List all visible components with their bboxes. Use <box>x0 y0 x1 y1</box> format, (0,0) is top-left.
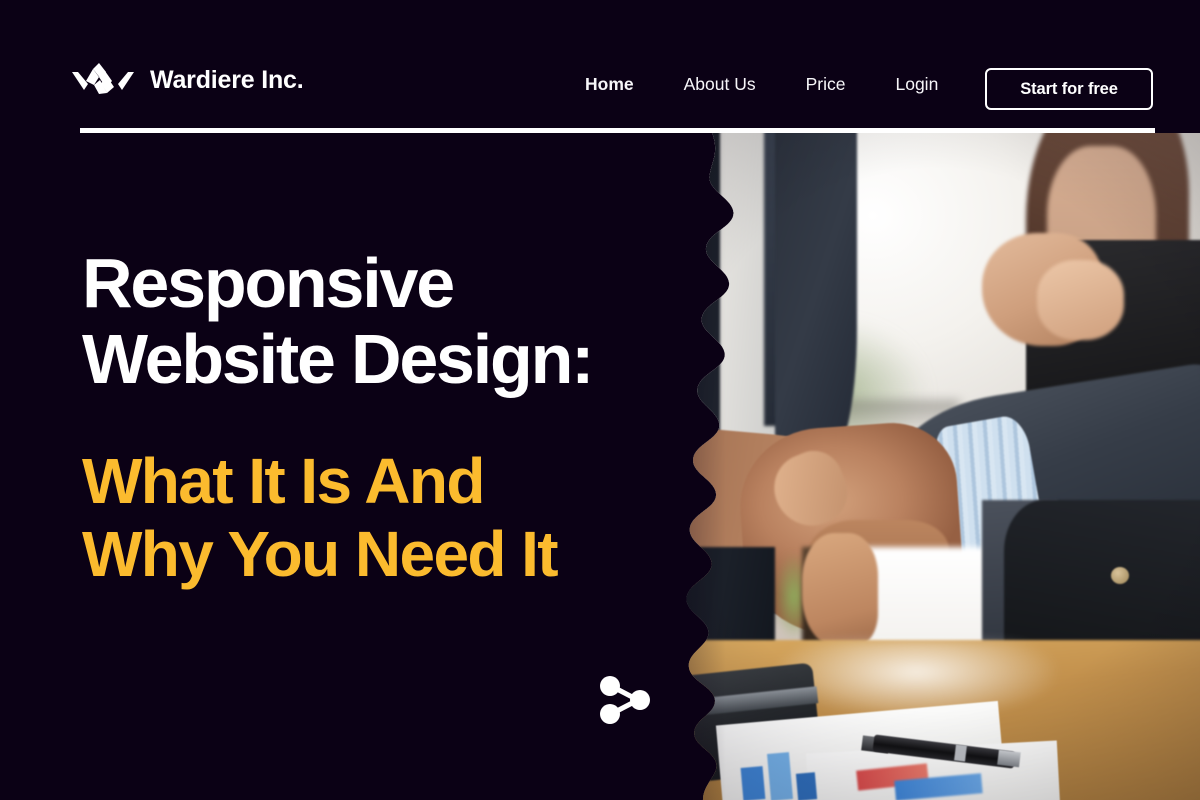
pointing-hand <box>802 533 878 646</box>
brand-logo[interactable]: Wardiere Inc. <box>72 63 304 97</box>
person-left-lapel <box>775 133 857 467</box>
landing-page-hero: Wardiere Inc. Home About Us Price Login … <box>0 0 1200 800</box>
header-divider <box>80 128 1155 133</box>
paper-chart-bar <box>741 766 766 800</box>
nav-link-about-us[interactable]: About Us <box>659 74 781 95</box>
share-icon <box>600 676 650 724</box>
page-subtitle: What It Is And Why You Need It <box>82 445 559 590</box>
paper-chart-bar <box>767 752 793 800</box>
hero-photo <box>655 133 1200 800</box>
person-right-fingers <box>1037 260 1124 340</box>
nav-link-login[interactable]: Login <box>870 74 963 95</box>
nav-link-home[interactable]: Home <box>560 74 659 95</box>
pen-cap <box>998 749 1021 766</box>
paper-chart-bar <box>796 773 817 800</box>
start-for-free-button[interactable]: Start for free <box>985 68 1153 110</box>
pen-ring <box>954 744 967 761</box>
suit-button <box>1111 567 1130 584</box>
hero-text-block: Responsive Website Design: What It Is An… <box>82 244 722 590</box>
page-title: Responsive Website Design: <box>82 244 594 398</box>
hero-photo-scene <box>655 133 1200 800</box>
nav-link-price[interactable]: Price <box>781 74 871 95</box>
share-button[interactable] <box>592 667 658 733</box>
site-header: Wardiere Inc. Home About Us Price Login … <box>0 0 1200 133</box>
wardiere-w-chevron-logo-icon <box>72 63 134 94</box>
brand-name: Wardiere Inc. <box>150 65 304 94</box>
main-navigation: Home About Us Price Login <box>560 74 963 95</box>
